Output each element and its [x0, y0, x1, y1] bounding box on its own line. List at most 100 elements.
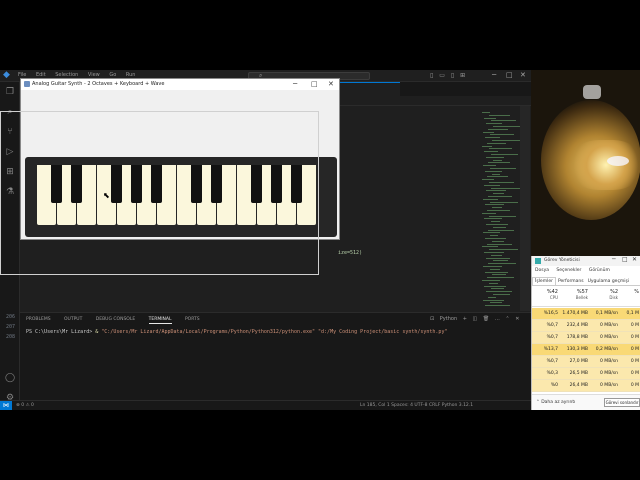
- new-terminal-icon[interactable]: +: [463, 316, 467, 322]
- run-debug-icon[interactable]: ▷: [4, 146, 16, 158]
- search-icon[interactable]: ⌕: [4, 106, 16, 118]
- task-manager-footer: ⌃ Daha az ayrıntı Görevi sonlandır: [532, 394, 640, 410]
- process-row[interactable]: %16,5 1.470,4 MB 0,1 MB/sn 0,1 M: [532, 308, 640, 320]
- minimap-line: [492, 274, 506, 276]
- black-key[interactable]: [211, 165, 222, 203]
- process-row[interactable]: %0,7 178,8 MB 0 MB/sn 0 M: [532, 332, 640, 344]
- tab-synth-py[interactable]: [340, 82, 400, 96]
- menu-dosya[interactable]: Dosya: [535, 268, 549, 273]
- minimap-line: [490, 268, 500, 270]
- minimap-line: [482, 280, 500, 281]
- col-disk[interactable]: %2 Disk: [590, 289, 618, 300]
- explorer-icon[interactable]: ❐: [4, 86, 16, 98]
- editor-status[interactable]: Ln 185, Col 1 Spaces: 4 UTF-8 CRLF Pytho…: [360, 403, 473, 408]
- close-icon[interactable]: ✕: [328, 80, 334, 88]
- memory-label: Bellek: [575, 295, 588, 300]
- activity-bar: ❐ ⌕ ⑂ ▷ ⊞ ⚗ ◯ ⚙: [0, 82, 20, 410]
- trash-icon[interactable]: 🗑: [483, 316, 489, 322]
- split-terminal-icon[interactable]: ◫: [473, 316, 478, 322]
- minimap-line: [482, 212, 496, 214]
- close-icon[interactable]: ✕: [632, 256, 637, 263]
- testing-icon[interactable]: ⚗: [4, 186, 16, 198]
- layout-controls: ▯ ▭ ▯ ⊞: [430, 72, 469, 79]
- process-row[interactable]: %0 26,4 MB 0 MB/sn 0 M: [532, 380, 640, 392]
- tab-problems[interactable]: PROBLEMS: [26, 317, 51, 322]
- network-cell: 0 M: [630, 383, 639, 388]
- maximize-panel-icon[interactable]: ⌃: [505, 316, 509, 322]
- problems-status[interactable]: ⊗ 0 ⚠ 0: [16, 403, 34, 408]
- black-key[interactable]: [71, 165, 82, 203]
- synth-window: Analog Guitar Synth - 2 Octaves + Keyboa…: [20, 78, 340, 240]
- minimap-line: [487, 176, 508, 178]
- memory-cell: 26,4 MB: [569, 383, 588, 388]
- extensions-icon[interactable]: ⊞: [4, 166, 16, 178]
- tab-performance[interactable]: Performans: [556, 278, 586, 285]
- menu-secenekler[interactable]: Seçenekler: [556, 268, 581, 273]
- tab-processes[interactable]: İşlemler: [532, 277, 556, 285]
- minimap-line: [485, 204, 504, 206]
- cpu-cell: %0,7: [546, 335, 558, 340]
- terminal-shell-label[interactable]: Python: [440, 316, 457, 322]
- terminal-command-line[interactable]: PS C:\Users\Mr Lizard> & "C:/Users/Mr Li…: [26, 329, 447, 335]
- menu-gorunum[interactable]: Görünüm: [589, 268, 610, 273]
- minimap-line: [492, 140, 520, 141]
- maximize-icon[interactable]: □: [311, 80, 318, 88]
- minimap-line: [489, 215, 516, 217]
- network-cell: 0 M: [630, 347, 639, 352]
- black-key[interactable]: [251, 165, 262, 203]
- tab-output[interactable]: OUTPUT: [64, 317, 82, 322]
- black-key[interactable]: [51, 165, 62, 203]
- minimap-line: [483, 232, 500, 234]
- more-actions-icon[interactable]: …: [495, 316, 500, 322]
- tab-terminal[interactable]: TERMINAL: [148, 317, 172, 324]
- editor-scrollbar[interactable]: [520, 106, 530, 311]
- col-cpu[interactable]: %42 CPU: [534, 289, 558, 300]
- mouse-cursor-icon: ⬉: [103, 191, 110, 200]
- terminal-exe-path: "C:/Users/Mr Lizard/AppData/Local/Progra…: [101, 329, 316, 335]
- remote-indicator-icon[interactable]: ⋈: [0, 401, 12, 410]
- car-headlight: [607, 156, 629, 166]
- end-task-button[interactable]: Görevi sonlandır: [604, 398, 640, 407]
- customize-layout-icon[interactable]: ⊞: [460, 72, 465, 79]
- minimap-line: [490, 134, 514, 136]
- process-row[interactable]: %0,3 26,5 MB 0 MB/sn 0 M: [532, 368, 640, 380]
- close-icon[interactable]: ✕: [520, 71, 526, 79]
- minimap-line: [488, 296, 496, 298]
- black-key[interactable]: [291, 165, 302, 203]
- minimap-line: [492, 173, 500, 175]
- black-key[interactable]: [151, 165, 162, 203]
- col-network[interactable]: %: [620, 289, 639, 295]
- status-bar: ⋈ ⊗ 0 ⚠ 0 Ln 185, Col 1 Spaces: 4 UTF-8 …: [0, 400, 531, 410]
- source-control-icon[interactable]: ⑂: [4, 126, 16, 138]
- tab-debug-console[interactable]: DEBUG CONSOLE: [96, 317, 135, 322]
- toggle-panel-icon[interactable]: ▭: [439, 72, 445, 79]
- memory-cell: 232,4 MB: [566, 323, 588, 328]
- minimap-line: [493, 294, 510, 295]
- maximize-icon[interactable]: □: [506, 71, 513, 79]
- minimap[interactable]: [478, 112, 522, 312]
- process-row[interactable]: %0,7 232,4 MB 0 MB/sn 0 M: [532, 320, 640, 332]
- close-panel-icon[interactable]: ✕: [515, 316, 519, 322]
- col-memory[interactable]: %57 Bellek: [560, 289, 588, 300]
- black-key[interactable]: [271, 165, 282, 203]
- minimap-line: [482, 145, 492, 147]
- tab-app-history[interactable]: Uygulama geçmişi: [586, 278, 632, 285]
- minimize-icon[interactable]: ─: [612, 256, 616, 263]
- toggle-secondary-sidebar-icon[interactable]: ▯: [451, 72, 454, 79]
- task-manager-menu: Dosya Seçenekler Görünüm: [535, 268, 616, 273]
- minimap-line: [488, 263, 516, 265]
- car-highlight: [571, 140, 640, 190]
- process-row[interactable]: %0,7 27,0 MB 0 MB/sn 0 M: [532, 356, 640, 368]
- black-key[interactable]: [131, 165, 142, 203]
- black-key[interactable]: [191, 165, 202, 203]
- less-details-link[interactable]: ⌃ Daha az ayrıntı: [536, 400, 575, 405]
- toggle-sidebar-icon[interactable]: ▯: [430, 72, 433, 79]
- black-key[interactable]: [111, 165, 122, 203]
- process-row[interactable]: %13,7 130,3 MB 0,2 MB/sn 0 M: [532, 344, 640, 356]
- minimize-icon[interactable]: ─: [293, 80, 297, 88]
- minimize-icon[interactable]: ─: [492, 71, 496, 79]
- minimap-line: [492, 207, 502, 209]
- maximize-icon[interactable]: □: [622, 256, 628, 263]
- tab-ports[interactable]: PORTS: [185, 317, 200, 322]
- account-icon[interactable]: ◯: [4, 372, 16, 384]
